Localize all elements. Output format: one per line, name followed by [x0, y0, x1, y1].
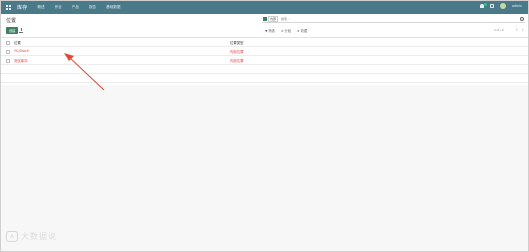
watermark-text: 大数据说 — [21, 232, 57, 241]
watermark: ᗑ 大数据说 — [6, 231, 57, 242]
watermark-logo-icon: ᗑ — [6, 231, 18, 242]
annotation-arrow-icon — [64, 53, 105, 91]
